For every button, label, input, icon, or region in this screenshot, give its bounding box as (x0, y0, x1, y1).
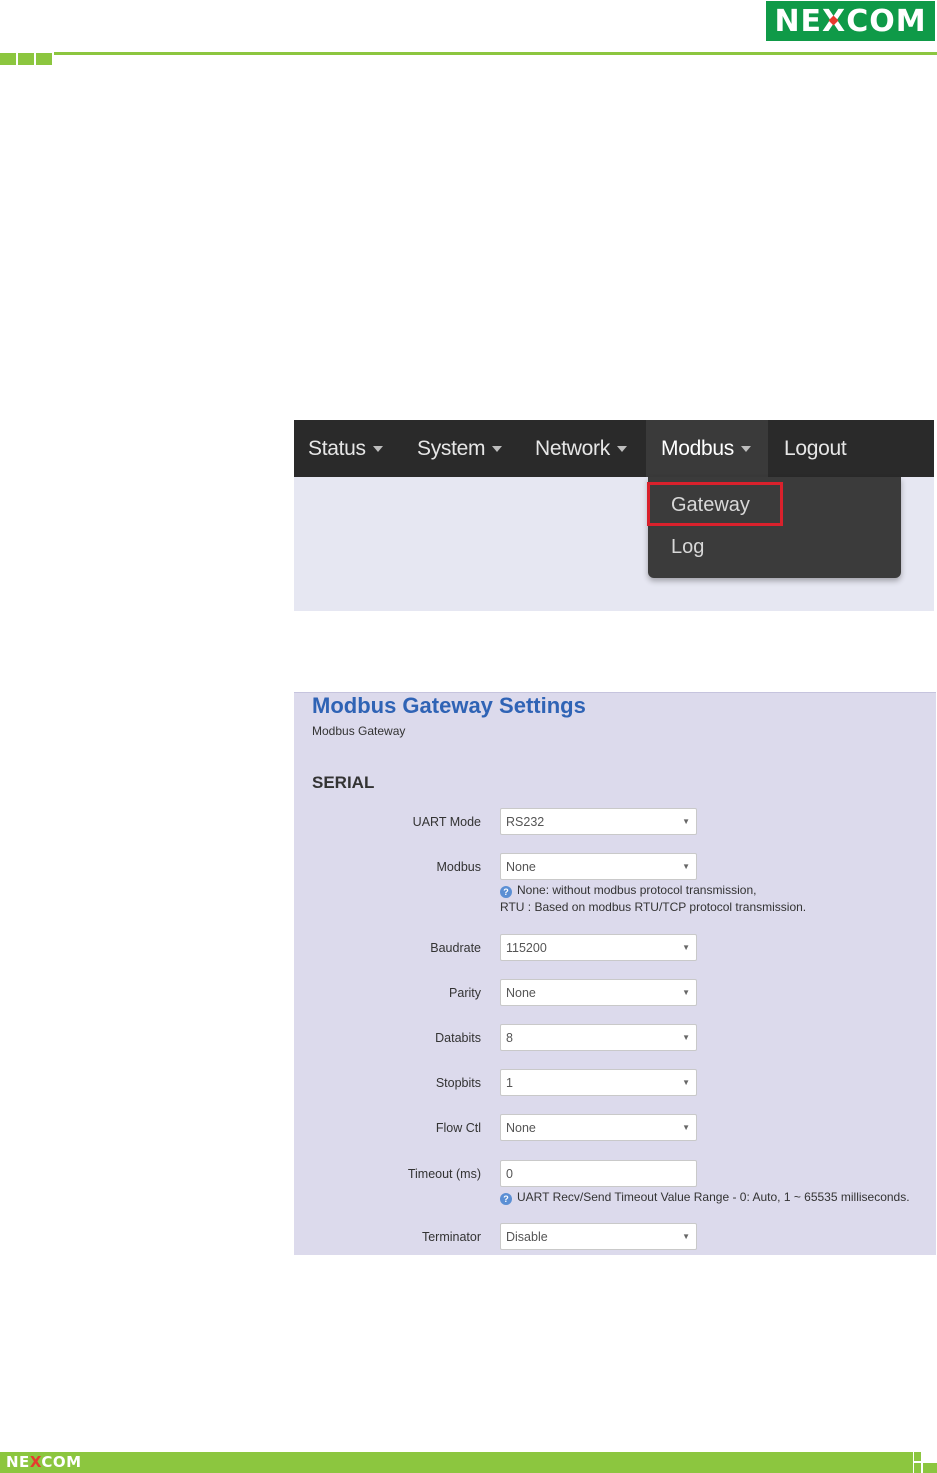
navbar: Status System Network Modbus Logout (294, 420, 934, 477)
modbus-select[interactable]: None ▼ (500, 853, 697, 880)
stopbits-value: 1 (506, 1076, 513, 1090)
dropdown-arrow-icon: ▼ (682, 1078, 690, 1087)
footer-decor-blocks (914, 1452, 937, 1473)
nav-network[interactable]: Network (535, 420, 627, 477)
caret-down-icon (492, 445, 503, 452)
dropdown-arrow-icon: ▼ (682, 943, 690, 952)
timeout-help: ? UART Recv/Send Timeout Value Range - 0:… (500, 1189, 910, 1206)
modbus-label: Modbus (436, 860, 481, 874)
page-title: Modbus Gateway Settings (312, 693, 586, 718)
nav-logout-label: Logout (784, 436, 847, 460)
databits-select[interactable]: 8 ▼ (500, 1024, 697, 1051)
timeout-value: 0 (506, 1167, 513, 1181)
caret-down-icon (616, 445, 627, 452)
nav-network-label: Network (535, 436, 610, 460)
dropdown-arrow-icon: ▼ (682, 817, 690, 826)
nexcom-logo: NE X COM (766, 1, 935, 41)
terminator-label: Terminator (421, 1230, 481, 1244)
footer-bar (0, 1452, 913, 1473)
nav-modbus-label: Modbus (661, 436, 734, 460)
nav-status[interactable]: Status (308, 420, 383, 477)
dropdown-arrow-icon: ▼ (682, 1123, 690, 1132)
header-rule (54, 52, 937, 55)
dropdown-item-log[interactable]: Log (671, 536, 704, 559)
databits-value: 8 (506, 1031, 513, 1045)
nav-system-label: System (417, 436, 486, 460)
nav-logout[interactable]: Logout (784, 420, 847, 477)
dropdown-arrow-icon: ▼ (682, 1232, 690, 1241)
nav-modbus[interactable]: Modbus (646, 420, 768, 477)
baudrate-select[interactable]: 115200 ▼ (500, 934, 697, 961)
uart-mode-select[interactable]: RS232 ▼ (500, 808, 697, 835)
settings-screenshot: Modbus Gateway Settings Modbus Gateway S… (294, 692, 936, 1255)
nav-system[interactable]: System (417, 420, 503, 477)
stopbits-select[interactable]: 1 ▼ (500, 1069, 697, 1096)
timeout-help-text: UART Recv/Send Timeout Value Range - 0: … (517, 1190, 910, 1204)
flow-ctl-value: None (506, 1121, 536, 1135)
nav-screenshot: Status System Network Modbus Logout Gate… (294, 420, 934, 611)
modbus-help: ? None: without modbus protocol transmiss… (500, 882, 806, 916)
modbus-help-line1: None: without modbus protocol transmissi… (517, 883, 757, 897)
caret-down-icon (740, 445, 751, 452)
uart-mode-label: UART Mode (412, 815, 481, 829)
header-decor-blocks (0, 53, 52, 65)
section-heading: SERIAL (312, 773, 375, 792)
parity-value: None (506, 986, 536, 1000)
parity-label: Parity (449, 986, 481, 1000)
info-icon: ? (500, 1193, 512, 1205)
nav-status-label: Status (308, 436, 366, 460)
flow-ctl-label: Flow Ctl (435, 1121, 481, 1135)
timeout-input[interactable]: 0 (500, 1160, 697, 1187)
dropdown-arrow-icon: ▼ (682, 988, 690, 997)
page-subtitle: Modbus Gateway (312, 724, 406, 738)
info-icon: ? (500, 886, 512, 898)
modbus-help-line2: RTU : Based on modbus RTU/TCP protocol t… (500, 900, 807, 914)
terminator-value: Disable (506, 1230, 548, 1244)
terminator-select[interactable]: Disable ▼ (500, 1223, 697, 1250)
baudrate-label: Baudrate (430, 941, 481, 955)
baudrate-value: 115200 (506, 941, 547, 955)
dropdown-item-gateway[interactable]: Gateway (671, 494, 750, 517)
timeout-label: Timeout (ms) (407, 1167, 481, 1181)
modbus-dropdown: Gateway Log (647, 477, 901, 578)
parity-select[interactable]: None ▼ (500, 979, 697, 1006)
dropdown-arrow-icon: ▼ (682, 1033, 690, 1042)
footer-logo: NEXCOM (6, 1453, 82, 1471)
uart-mode-value: RS232 (506, 815, 545, 829)
flow-ctl-select[interactable]: None ▼ (500, 1114, 697, 1141)
databits-label: Databits (435, 1031, 481, 1045)
caret-down-icon (372, 445, 383, 452)
dropdown-arrow-icon: ▼ (682, 862, 690, 871)
stopbits-label: Stopbits (435, 1076, 481, 1090)
modbus-value: None (506, 860, 536, 874)
